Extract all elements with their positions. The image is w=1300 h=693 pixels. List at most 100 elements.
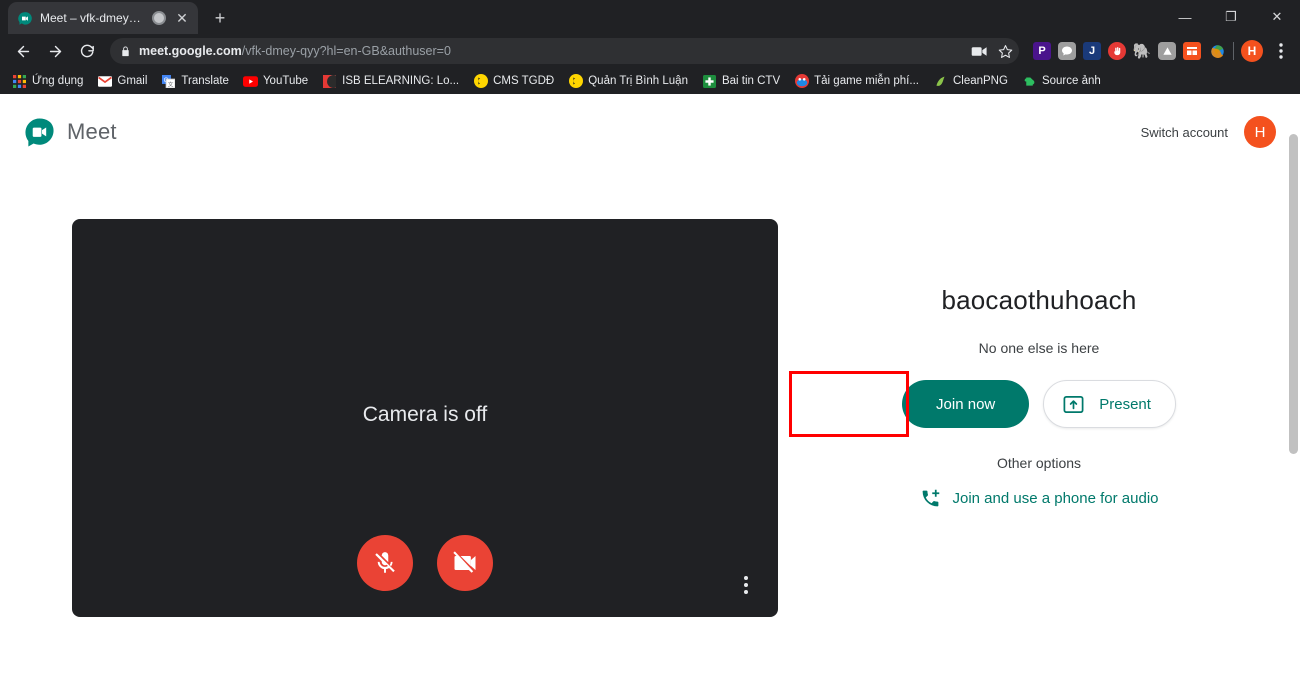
kebab-menu-icon[interactable] [1270, 43, 1292, 59]
j-extension-icon[interactable]: J [1083, 42, 1101, 60]
bookmark-translate[interactable]: G文 Translate [155, 72, 235, 91]
lock-icon [120, 45, 131, 58]
comment-admin-icon [568, 74, 583, 89]
bookmark-source-anh[interactable]: Source ảnh [1016, 72, 1107, 91]
forward-arrow-icon[interactable] [40, 36, 70, 66]
join-by-phone-link[interactable]: Join and use a phone for audio [778, 488, 1300, 509]
tab-recording-indicator-icon [152, 11, 166, 25]
bookmark-cms-tgdd[interactable]: CMS TGDĐ [467, 72, 560, 91]
camera-off-button[interactable] [437, 535, 493, 591]
meet-brand[interactable]: Meet [24, 117, 117, 148]
isb-elearning-icon [322, 74, 337, 89]
toolbar-divider [1233, 42, 1234, 60]
extensions-strip: P J 🐘 H [1027, 40, 1292, 62]
window-close-button[interactable]: ✕ [1254, 0, 1300, 34]
page-scrollbar[interactable] [1287, 94, 1300, 693]
maximize-button[interactable]: ❐ [1208, 0, 1254, 34]
bookmark-isb-elearning[interactable]: ISB ELEARNING: Lo... [316, 72, 465, 91]
omnibox-actions [971, 44, 1013, 59]
bookmark-label: Source ảnh [1041, 75, 1101, 87]
browser-profile-avatar[interactable]: H [1241, 40, 1263, 62]
browser-titlebar: Meet – vfk-dmey-qyy ✕ + — ❐ ✕ [0, 0, 1300, 34]
join-panel: baocaothuhoach No one else is here Join … [778, 170, 1300, 509]
switch-account-button[interactable]: Switch account [1141, 125, 1228, 140]
preview-more-options-icon[interactable] [730, 569, 762, 601]
minimize-button[interactable]: — [1162, 0, 1208, 34]
present-button[interactable]: Present [1043, 380, 1176, 428]
url-text: meet.google.com/vfk-dmey-qyy?hl=en-GB&au… [139, 44, 451, 58]
new-tab-button[interactable]: + [206, 4, 234, 32]
bookmarks-bar: Ứng dụng Gmail G文 Translate YouTube ISB … [0, 68, 1300, 94]
camera-status-text: Camera is off [362, 403, 488, 426]
bookmark-label: ISB ELEARNING: Lo... [342, 75, 460, 87]
scrollbar-thumb[interactable] [1289, 134, 1298, 454]
bookmark-label: Tải game miễn phí... [814, 75, 919, 87]
bookmark-label: Gmail [117, 75, 148, 87]
bookmark-label: CMS TGDĐ [493, 75, 555, 87]
apps-grid-icon [12, 74, 27, 89]
stop-hand-extension-icon[interactable] [1108, 42, 1126, 60]
bookmark-label: Bai tin CTV [721, 75, 781, 87]
reload-icon[interactable] [72, 36, 102, 66]
evernote-extension-icon[interactable]: 🐘 [1133, 42, 1152, 60]
preview-controls [72, 535, 778, 591]
bookmark-gmail[interactable]: Gmail [91, 72, 153, 91]
browser-toolbar: meet.google.com/vfk-dmey-qyy?hl=en-GB&au… [0, 34, 1300, 68]
bookmark-cleanpng[interactable]: CleanPNG [927, 72, 1014, 91]
present-screen-icon [1062, 393, 1085, 416]
meet-brand-name: Meet [67, 119, 117, 144]
meet-page: Meet Switch account H Camera is off baoc… [0, 94, 1300, 693]
camera-permission-icon[interactable] [971, 45, 988, 58]
meet-prejoin-content: Camera is off baocaothuhoach No one else… [0, 170, 1300, 617]
join-by-phone-label: Join and use a phone for audio [952, 490, 1159, 507]
browser-window: Meet – vfk-dmey-qyy ✕ + — ❐ ✕ meet.googl… [0, 0, 1300, 693]
bookmark-youtube[interactable]: YouTube [237, 72, 314, 91]
join-now-button[interactable]: Join now [902, 380, 1030, 428]
bookmark-bai-tin-ctv[interactable]: Bai tin CTV [696, 72, 786, 91]
star-icon[interactable] [998, 44, 1013, 59]
bookmark-label: Ứng dụng [32, 75, 84, 87]
microphone-off-button[interactable] [357, 535, 413, 591]
tab-close-icon[interactable]: ✕ [174, 11, 190, 25]
account-avatar[interactable]: H [1244, 116, 1276, 148]
participants-status: No one else is here [978, 340, 1100, 356]
orange-extension-icon[interactable] [1183, 42, 1201, 60]
join-now-highlight-box [789, 371, 909, 437]
youtube-icon [242, 74, 258, 89]
gmail-icon [97, 74, 112, 89]
pocket-extension-icon[interactable]: P [1033, 42, 1051, 60]
video-preview-wrapper: Camera is off [0, 170, 778, 617]
globe-extension-icon[interactable] [1208, 42, 1226, 60]
bookmark-tai-game-mien-phi[interactable]: Tải game miễn phí... [788, 72, 925, 91]
bookmark-label: YouTube [262, 75, 309, 87]
bookmark-quan-tri-binh-luan[interactable]: Quản Trị Bình Luận [562, 72, 694, 91]
translate-icon: G文 [161, 74, 176, 89]
meet-favicon-icon [16, 10, 32, 26]
meet-header-actions: Switch account H [1141, 116, 1276, 148]
join-actions: Join now Present [778, 371, 1300, 437]
bookmark-label: Quản Trị Bình Luận [588, 75, 688, 87]
browser-tab[interactable]: Meet – vfk-dmey-qyy ✕ [8, 2, 198, 34]
tab-title: Meet – vfk-dmey-qyy [40, 11, 144, 25]
other-options-label: Other options [996, 455, 1082, 471]
meeting-name: baocaothuhoach [941, 285, 1137, 315]
window-controls: — ❐ ✕ [1162, 0, 1300, 34]
more-vertical-icon [744, 576, 748, 594]
chat-extension-icon[interactable] [1058, 42, 1076, 60]
bookmark-apps[interactable]: Ứng dụng [6, 72, 89, 91]
back-arrow-icon[interactable] [8, 36, 38, 66]
phone-add-icon [920, 488, 941, 509]
excel-sheet-icon [702, 74, 717, 89]
cms-tgdd-icon [473, 74, 488, 89]
cleanpng-icon [933, 74, 948, 89]
meet-header: Meet Switch account H [0, 94, 1300, 170]
video-preview: Camera is off [72, 219, 778, 617]
grey-extension-icon[interactable] [1158, 42, 1176, 60]
bookmark-label: CleanPNG [952, 75, 1008, 87]
evernote-icon [1022, 74, 1037, 89]
game-download-icon [794, 74, 809, 89]
address-bar[interactable]: meet.google.com/vfk-dmey-qyy?hl=en-GB&au… [110, 38, 1019, 64]
present-label: Present [1099, 395, 1151, 413]
url-path: /vfk-dmey-qyy?hl=en-GB&authuser=0 [241, 44, 451, 58]
google-meet-logo-icon [24, 117, 55, 148]
